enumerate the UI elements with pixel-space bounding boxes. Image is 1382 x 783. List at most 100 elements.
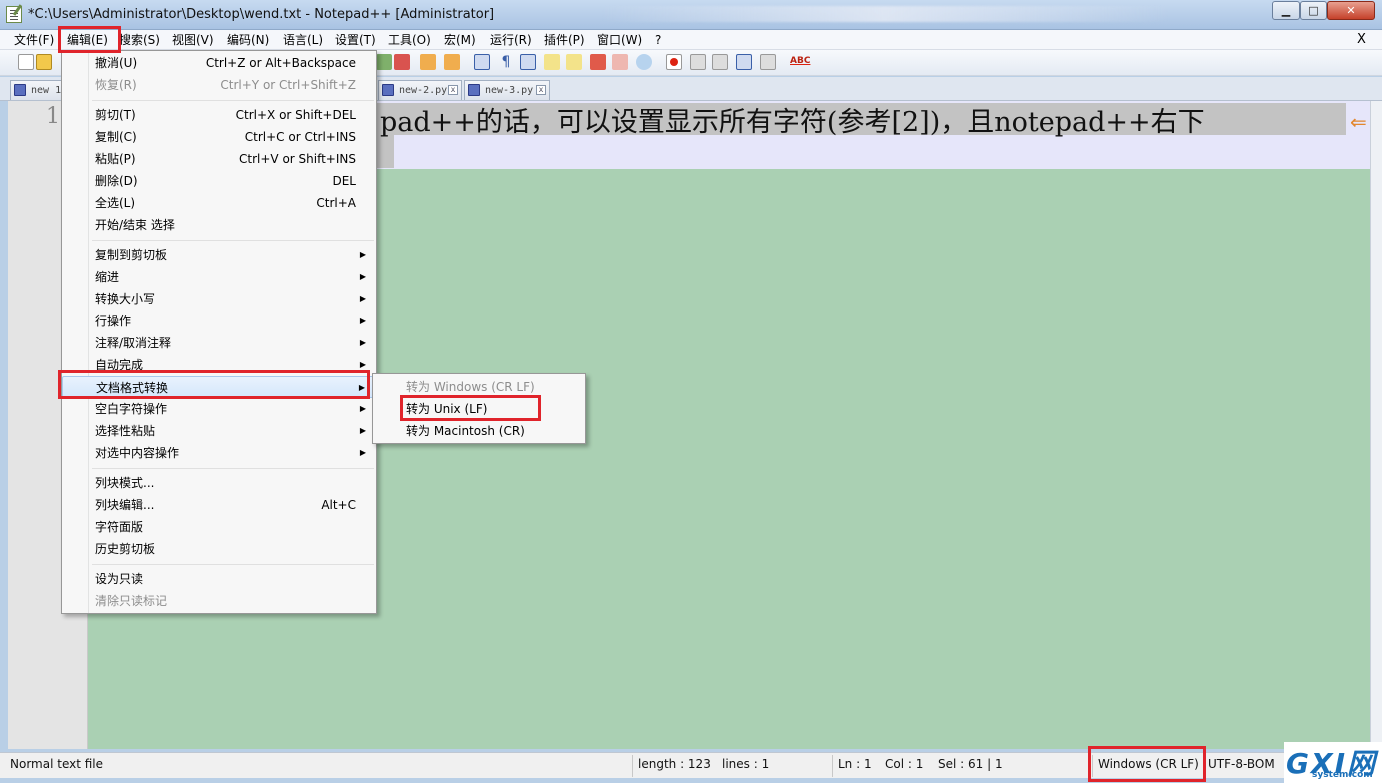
menu-plugins[interactable]: 插件(P) (540, 30, 589, 50)
play-macro-icon[interactable] (712, 54, 728, 70)
menu-on-selection[interactable]: 对选中内容操作 ▶ (62, 442, 376, 464)
annotation-box-convert-unix (400, 395, 541, 421)
menu-paste-special[interactable]: 选择性粘贴 ▶ (62, 420, 376, 442)
toolbar-icon-e[interactable] (590, 54, 606, 70)
line-number: 1 (46, 104, 60, 129)
menu-item-shortcut: Alt+C (321, 498, 356, 512)
menu-item-label: 对选中内容操作 (95, 446, 180, 460)
menu-item-shortcut: Ctrl+V or Shift+INS (239, 152, 356, 166)
status-file-type: Normal text file (10, 757, 104, 771)
menu-cut[interactable]: 剪切(T) Ctrl+X or Shift+DEL (62, 104, 376, 126)
menu-item-label: 列块模式... (95, 476, 155, 490)
save-macro-icon[interactable] (760, 54, 776, 70)
stop-macro-icon[interactable] (690, 54, 706, 70)
menu-language[interactable]: 语言(L) (279, 30, 327, 50)
tab-close-icon[interactable]: x (448, 85, 458, 95)
menu-bar: 文件(F) 编辑(E) 搜索(S) 视图(V) 编码(N) 语言(L) 设置(T… (0, 30, 1382, 50)
menu-copy-to-clipboard[interactable]: 复制到剪切板 ▶ (62, 244, 376, 266)
menu-item-shortcut: Ctrl+Y or Ctrl+Shift+Z (220, 78, 356, 92)
menu-set-read-only[interactable]: 设为只读 (62, 568, 376, 590)
toolbar-icon-a[interactable] (376, 54, 392, 70)
close-button[interactable]: ✕ (1327, 1, 1375, 20)
menu-file[interactable]: 文件(F) (10, 30, 58, 50)
menu-begin-end-select[interactable]: 开始/结束 选择 (62, 214, 376, 236)
menu-item-label: 转换大小写 (95, 292, 156, 306)
spell-check-icon[interactable]: ABC (790, 54, 810, 70)
editor-text[interactable]: pad++的话，可以设置显示所有字符(参考[2])，且notepad++右下 (380, 100, 1205, 139)
menu-column-mode[interactable]: 列块模式... (62, 472, 376, 494)
menu-search[interactable]: 搜索(S) (115, 30, 164, 50)
toolbar-icon-c[interactable] (544, 54, 560, 70)
run-macro-multiple-icon[interactable] (736, 54, 752, 70)
menu-clipboard-history[interactable]: 历史剪切板 (62, 538, 376, 560)
close-document-icon[interactable]: X (1357, 30, 1366, 50)
menu-item-label: 列块编辑... (95, 498, 155, 512)
menu-item-label: 注释/取消注释 (95, 336, 172, 350)
open-file-icon[interactable] (36, 54, 52, 70)
status-col: Col : 1 (885, 757, 924, 771)
submenu-arrow-icon: ▶ (359, 272, 366, 281)
maximize-button[interactable]: □ (1300, 1, 1327, 20)
menu-item-label: 复制(C) (95, 130, 137, 144)
menu-paste[interactable]: 粘贴(P) Ctrl+V or Shift+INS (62, 148, 376, 170)
menu-item-label: 删除(D) (95, 174, 138, 188)
menu-select-all[interactable]: 全选(L) Ctrl+A (62, 192, 376, 214)
menu-item-label: 转为 Macintosh (CR) (406, 424, 525, 438)
menu-comment[interactable]: 注释/取消注释 ▶ (62, 332, 376, 354)
menu-separator (92, 468, 374, 469)
menu-copy[interactable]: 复制(C) Ctrl+C or Ctrl+INS (62, 126, 376, 148)
notepad-app-icon (6, 6, 22, 23)
record-macro-icon[interactable] (666, 54, 682, 70)
edit-menu-dropdown: 撤消(U) Ctrl+Z or Alt+Backspace 恢复(R) Ctrl… (61, 50, 377, 614)
menu-character-panel[interactable]: 字符面版 (62, 516, 376, 538)
menu-macro[interactable]: 宏(M) (440, 30, 480, 50)
menu-view[interactable]: 视图(V) (168, 30, 218, 50)
menu-help[interactable]: ? (651, 30, 665, 50)
tab-label: new-3.py (485, 85, 534, 96)
indent-guide-icon[interactable] (520, 54, 536, 70)
tab-close-icon[interactable]: x (536, 85, 546, 95)
menu-undo[interactable]: 撤消(U) Ctrl+Z or Alt+Backspace (62, 52, 376, 74)
toolbar-icon-b[interactable] (394, 54, 410, 70)
menu-item-label: 历史剪切板 (95, 542, 156, 556)
menu-encoding[interactable]: 编码(N) (223, 30, 273, 50)
status-encoding: UTF-8-BOM (1208, 757, 1275, 771)
watermark-logo: GXI网 system.com (1284, 742, 1382, 783)
zoom-out-icon[interactable] (444, 54, 460, 70)
toolbar-icon-d[interactable] (566, 54, 582, 70)
menu-item-shortcut: Ctrl+C or Ctrl+INS (244, 130, 356, 144)
menu-clear-read-only[interactable]: 清除只读标记 (62, 590, 376, 612)
menu-separator (92, 564, 374, 565)
status-ln: Ln : 1 (838, 757, 872, 771)
annotation-box-eol-conversion (58, 370, 370, 399)
minimize-button[interactable]: ▁ (1272, 1, 1300, 20)
tab-new-3[interactable]: new-3.py x (464, 80, 550, 100)
new-file-icon[interactable] (18, 54, 34, 70)
menu-line-operations[interactable]: 行操作 ▶ (62, 310, 376, 332)
menu-tools[interactable]: 工具(O) (384, 30, 435, 50)
eye-icon[interactable] (636, 54, 652, 70)
folder-icon[interactable] (612, 54, 628, 70)
menu-redo[interactable]: 恢复(R) Ctrl+Y or Ctrl+Shift+Z (62, 74, 376, 96)
menu-column-editor[interactable]: 列块编辑... Alt+C (62, 494, 376, 516)
menu-convert-case[interactable]: 转换大小写 ▶ (62, 288, 376, 310)
submenu-arrow-icon: ▶ (359, 426, 366, 435)
menu-delete[interactable]: 删除(D) DEL (62, 170, 376, 192)
wrap-symbol-icon: ⇐ (1350, 110, 1367, 134)
show-all-chars-icon[interactable]: ¶ (498, 54, 514, 70)
menu-convert-macintosh[interactable]: 转为 Macintosh (CR) (373, 420, 585, 442)
menu-run[interactable]: 运行(R) (486, 30, 536, 50)
save-icon (468, 84, 480, 96)
menu-blank-operations[interactable]: 空白字符操作 ▶ (62, 398, 376, 420)
menu-settings[interactable]: 设置(T) (331, 30, 380, 50)
menu-item-shortcut: DEL (332, 174, 356, 188)
menu-separator (92, 240, 374, 241)
menu-window[interactable]: 窗口(W) (593, 30, 646, 50)
menu-separator (92, 100, 374, 101)
submenu-arrow-icon: ▶ (359, 404, 366, 413)
menu-indent[interactable]: 缩进 ▶ (62, 266, 376, 288)
tab-new-2[interactable]: new-2.py x (378, 80, 462, 100)
zoom-in-icon[interactable] (420, 54, 436, 70)
vertical-scrollbar[interactable] (1370, 101, 1382, 749)
word-wrap-icon[interactable] (474, 54, 490, 70)
